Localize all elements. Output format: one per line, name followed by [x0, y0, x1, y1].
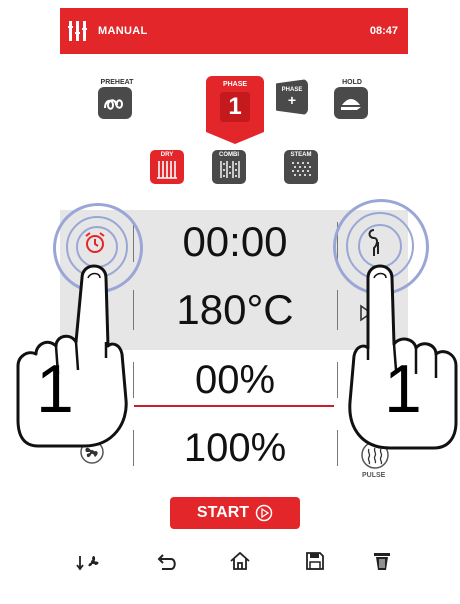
play-icon: [255, 504, 273, 522]
humidity-value[interactable]: 00%: [135, 358, 335, 403]
phase-label: PHASE: [222, 81, 248, 88]
finger-count-right: 1: [384, 351, 422, 427]
pulse-label: PULSE: [362, 472, 386, 479]
preheat-button[interactable]: [98, 87, 132, 119]
phase-button[interactable]: PHASE 1: [206, 76, 264, 144]
divider: [337, 290, 338, 330]
header-bar: MANUAL 08:47: [60, 8, 408, 54]
mode-dry-button[interactable]: DRY: [150, 150, 184, 184]
phase-number: 1: [220, 92, 250, 122]
save-icon[interactable]: [305, 551, 325, 571]
hold-button[interactable]: [334, 87, 368, 119]
divider: [133, 290, 134, 330]
divider: [133, 362, 134, 398]
trash-icon[interactable]: [373, 551, 391, 571]
start-button[interactable]: START: [170, 497, 300, 529]
dry-heat-icon: [157, 161, 177, 179]
mode-combi-button[interactable]: COMBI: [212, 150, 246, 184]
divider: [133, 430, 134, 466]
divider: [337, 362, 338, 398]
start-label: START: [196, 504, 250, 521]
divider: [337, 430, 338, 466]
preheat-icon: [104, 99, 124, 110]
plus-icon: +: [287, 92, 297, 108]
steam-icon: [292, 162, 311, 176]
add-phase-button[interactable]: PHASE +: [276, 79, 308, 115]
hold-icon: [341, 99, 361, 110]
combi-icon: [220, 161, 240, 178]
page-title: MANUAL: [98, 25, 148, 37]
clock-time: 08:47: [369, 25, 398, 37]
brand-logo-icon: [68, 21, 87, 41]
hold-label: HOLD: [342, 79, 362, 86]
temperature-value[interactable]: 180°C: [135, 286, 335, 334]
finger-count-left: 1: [36, 351, 74, 427]
fan-settings-icon[interactable]: [76, 552, 102, 572]
humidity-slider-track[interactable]: [134, 405, 334, 407]
home-icon[interactable]: [229, 551, 251, 571]
preheat-label: PREHEAT: [100, 79, 134, 86]
back-icon[interactable]: [156, 553, 178, 571]
fan-speed-value[interactable]: 100%: [135, 426, 335, 471]
mode-steam-button[interactable]: STEAM: [284, 150, 318, 184]
timer-value[interactable]: 00:00: [135, 218, 335, 266]
